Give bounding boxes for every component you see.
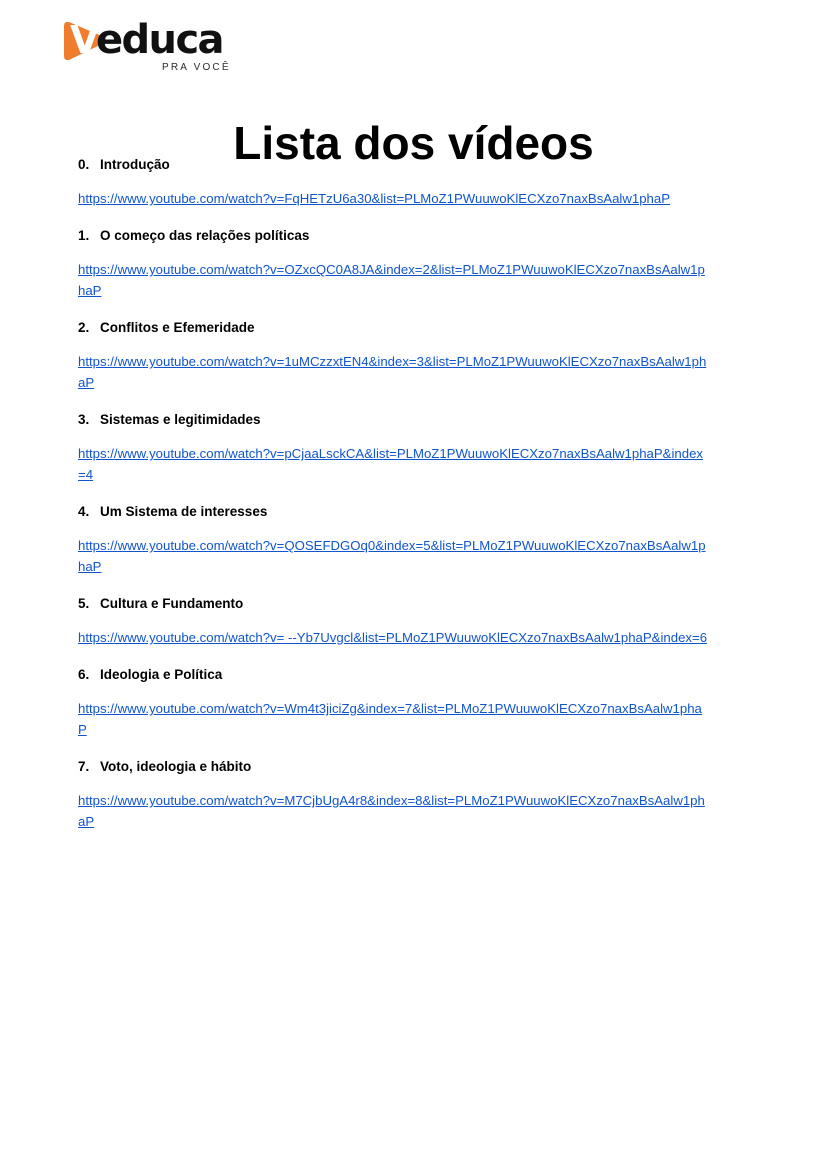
video-title: O começo das relações políticas [100,228,310,243]
video-number: 6. [78,667,90,682]
video-link[interactable]: https://www.youtube.com/watch?v=M7CjbUgA… [78,790,708,832]
video-number: 4. [78,504,90,519]
video-number: 5. [78,596,90,611]
video-heading: 4. Um Sistema de interesses [78,502,718,521]
list-item: 0. Introdução https://www.youtube.com/wa… [78,155,718,209]
video-title: Um Sistema de interesses [100,504,268,519]
video-link[interactable]: https://www.youtube.com/watch?v=FqHETzU6… [78,188,708,209]
video-number: 3. [78,412,90,427]
logo-letter-v: V [70,18,100,62]
video-link[interactable]: https://www.youtube.com/watch?v=QOSEFDGO… [78,535,708,577]
list-item: 1. O começo das relações políticas https… [78,226,718,301]
video-title: Conflitos e Efemeridade [100,320,255,335]
video-heading: 5. Cultura e Fundamento [78,594,718,613]
video-title: Ideologia e Política [100,667,223,682]
video-heading: 6. Ideologia e Política [78,665,718,684]
document-page: V educa PRA VOCÊ Lista dos vídeos 0. Int… [0,0,827,1169]
video-heading: 7. Voto, ideologia e hábito [78,757,718,776]
list-item: 5. Cultura e Fundamento https://www.yout… [78,594,718,648]
video-number: 0. [78,157,90,172]
list-item: 4. Um Sistema de interesses https://www.… [78,502,718,577]
video-heading: 3. Sistemas e legitimidades [78,410,718,429]
list-item: 3. Sistemas e legitimidades https://www.… [78,410,718,485]
video-title: Introdução [100,157,170,172]
list-item: 2. Conflitos e Efemeridade https://www.y… [78,318,718,393]
video-heading: 0. Introdução [78,155,718,174]
video-title: Cultura e Fundamento [100,596,244,611]
video-link[interactable]: https://www.youtube.com/watch?v= --Yb7Uv… [78,627,708,648]
logo-tagline: PRA VOCÊ [162,62,231,73]
video-heading: 2. Conflitos e Efemeridade [78,318,718,337]
logo-wordmark: educa [96,17,225,63]
video-title: Sistemas e legitimidades [100,412,261,427]
video-link[interactable]: https://www.youtube.com/watch?v=OZxcQC0A… [78,259,708,301]
video-number: 7. [78,759,90,774]
list-item: 7. Voto, ideologia e hábito https://www.… [78,757,718,832]
video-title: Voto, ideologia e hábito [100,759,252,774]
veduca-logo[interactable]: V educa PRA VOCÊ [62,18,262,76]
video-number: 2. [78,320,90,335]
video-list: 0. Introdução https://www.youtube.com/wa… [78,155,718,849]
video-link[interactable]: https://www.youtube.com/watch?v=1uMCzzxt… [78,351,708,393]
video-link[interactable]: https://www.youtube.com/watch?v=Wm4t3jic… [78,698,708,740]
video-link[interactable]: https://www.youtube.com/watch?v=pCjaaLsc… [78,443,708,485]
video-heading: 1. O começo das relações políticas [78,226,718,245]
video-number: 1. [78,228,90,243]
list-item: 6. Ideologia e Política https://www.yout… [78,665,718,740]
